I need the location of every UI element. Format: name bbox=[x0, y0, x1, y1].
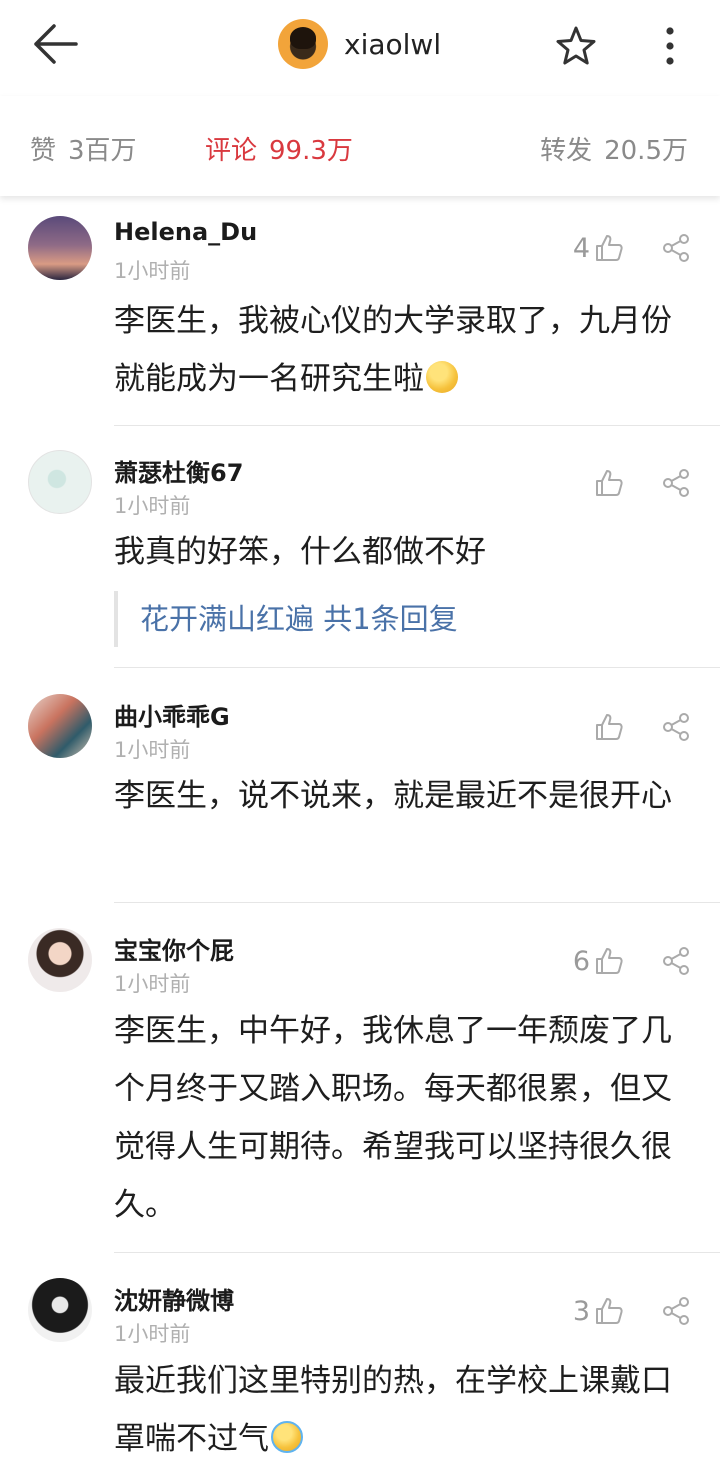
header-user[interactable]: xiaolwl bbox=[278, 18, 441, 70]
avatar[interactable] bbox=[28, 694, 92, 758]
avatar[interactable] bbox=[28, 1278, 92, 1342]
thumbs-up-icon bbox=[596, 1298, 623, 1324]
avatar[interactable] bbox=[28, 216, 92, 280]
comment-time: 1小时前 bbox=[114, 494, 191, 518]
comment-text: 最近我们这里特别的热，在学校上课戴口罩喘不过气 bbox=[114, 1352, 694, 1468]
comment-text: 我真的好笨，什么都做不好 bbox=[114, 534, 486, 570]
more-vertical-icon bbox=[666, 27, 674, 65]
like-button[interactable]: 6 bbox=[540, 941, 624, 981]
header-avatar[interactable] bbox=[278, 19, 328, 69]
comment-item: Helena_Du 1小时前 4 李医生，我被心仪的大学录取了，九月份就能成为一… bbox=[0, 200, 720, 425]
comment-text-content: 最近我们这里特别的热，在学校上课戴口罩喘不过气 bbox=[114, 1363, 672, 1457]
comment-author[interactable]: 萧瑟杜衡67 bbox=[114, 453, 243, 488]
comments-label: 评论 bbox=[205, 136, 258, 166]
divider bbox=[114, 425, 720, 426]
like-count: 4 bbox=[572, 232, 590, 264]
comment-item: 宝宝你个屁 1小时前 6 李医生，中午好，我休息了一年颓废了几个月终于又踏入职场… bbox=[0, 914, 720, 1252]
comment-text-content: 李医生，我被心仪的大学录取了，九月份就能成为一名研究生啦 bbox=[114, 303, 672, 397]
comment-text: 李医生，中午好，我休息了一年颓废了几个月终于又踏入职场。每天都很累，但又觉得人生… bbox=[114, 1013, 672, 1223]
back-button[interactable] bbox=[28, 20, 84, 68]
thumbs-up-icon bbox=[596, 714, 623, 740]
reposts-count: 20.5万 bbox=[604, 136, 688, 166]
crying-face-emoji bbox=[271, 1421, 303, 1453]
thumbs-up-icon bbox=[596, 948, 623, 974]
thumbs-up-icon bbox=[596, 235, 623, 261]
tab-reposts[interactable]: 转发 20.5万 bbox=[540, 130, 688, 167]
like-count: 3 bbox=[572, 1295, 590, 1327]
share-icon[interactable] bbox=[660, 711, 692, 743]
comment-author[interactable]: Helena_Du bbox=[114, 218, 257, 246]
comment-item: 沈妍静微博 1小时前 3 最近我们这里特别的热，在学校上课戴口罩喘不过气 bbox=[0, 1264, 720, 1482]
arrow-left-icon bbox=[34, 24, 78, 64]
like-button[interactable]: 3 bbox=[540, 1291, 624, 1331]
divider bbox=[114, 902, 720, 903]
like-button[interactable]: 4 bbox=[540, 228, 624, 268]
like-count: 6 bbox=[572, 945, 590, 977]
share-icon[interactable] bbox=[660, 467, 692, 499]
tab-likes[interactable]: 赞 3百万 bbox=[30, 130, 137, 167]
avatar[interactable] bbox=[28, 928, 92, 992]
comment-author[interactable]: 宝宝你个屁 bbox=[114, 931, 234, 966]
stats-bar: 赞 3百万 评论 99.3万 转发 20.5万 bbox=[0, 96, 720, 196]
comment-time: 1小时前 bbox=[114, 1322, 191, 1346]
avatar[interactable] bbox=[28, 450, 92, 514]
star-outline-icon bbox=[556, 26, 596, 65]
header-username[interactable]: xiaolwl bbox=[344, 28, 441, 61]
reply-preview[interactable]: 花开满山红遍 共1条回复 bbox=[114, 591, 694, 647]
likes-count: 3百万 bbox=[68, 136, 137, 166]
share-icon[interactable] bbox=[660, 232, 692, 264]
favorite-button[interactable] bbox=[552, 22, 600, 70]
kissing-face-emoji bbox=[426, 361, 458, 393]
share-icon[interactable] bbox=[660, 945, 692, 977]
comment-text: 李医生，说不说来，就是最近不是很开心 bbox=[114, 778, 672, 814]
like-button[interactable] bbox=[540, 463, 624, 503]
top-bar: xiaolwl bbox=[0, 0, 720, 96]
comment-item: 萧瑟杜衡67 1小时前 我真的好笨，什么都做不好 花开满山红遍 共1条回复 bbox=[0, 435, 720, 667]
divider bbox=[114, 667, 720, 668]
thumbs-up-icon bbox=[596, 470, 623, 496]
comment-time: 1小时前 bbox=[114, 972, 191, 996]
comment-text: 李医生，我被心仪的大学录取了，九月份就能成为一名研究生啦 bbox=[114, 292, 694, 408]
comment-author[interactable]: 沈妍静微博 bbox=[114, 1281, 234, 1316]
comment-time: 1小时前 bbox=[114, 738, 191, 762]
more-button[interactable] bbox=[650, 22, 690, 70]
likes-label: 赞 bbox=[30, 136, 57, 166]
comment-item: 曲小乖乖G 1小时前 李医生，说不说来，就是最近不是很开心 bbox=[0, 680, 720, 902]
share-icon[interactable] bbox=[660, 1295, 692, 1327]
like-button[interactable] bbox=[540, 707, 624, 747]
comment-time: 1小时前 bbox=[114, 259, 191, 283]
comments-count: 99.3万 bbox=[269, 136, 353, 166]
reposts-label: 转发 bbox=[540, 136, 593, 166]
comment-author[interactable]: 曲小乖乖G bbox=[114, 697, 230, 732]
divider bbox=[114, 1252, 720, 1253]
tab-comments[interactable]: 评论 99.3万 bbox=[205, 130, 353, 167]
